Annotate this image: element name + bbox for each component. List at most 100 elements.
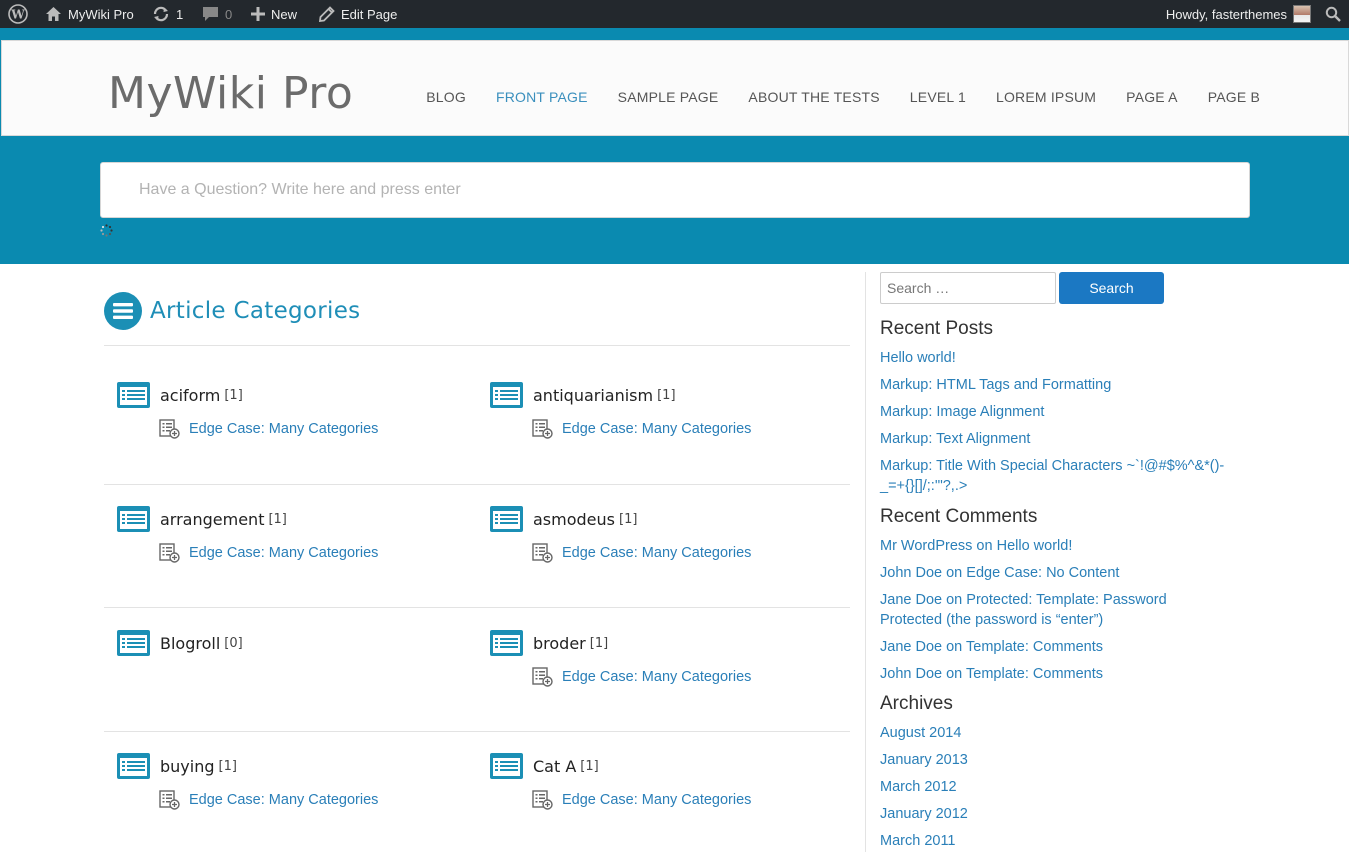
archive-link[interactable]: August 2014 [880,725,961,741]
divider [104,345,850,346]
comment-post-link[interactable]: Template: Comments [966,666,1103,682]
admin-search-toggle[interactable] [1325,0,1341,28]
sidebar-search-input[interactable] [880,272,1056,304]
archive-link[interactable]: January 2012 [880,806,968,822]
search-icon [1325,6,1341,22]
category-header[interactable]: arrangement [1] [117,505,487,533]
category-count: [1] [268,511,287,527]
admin-site-name: MyWiki Pro [68,6,134,22]
admin-site-link[interactable]: MyWiki Pro [45,0,134,28]
list-item: Mr WordPress on Hello world! [880,536,1180,556]
recent-post-link[interactable]: Markup: Image Alignment [880,404,1044,420]
archives-title: Archives [880,693,953,714]
list-item: Jane Doe on Protected: Template: Passwor… [880,590,1180,630]
comment-author-link[interactable]: Jane Doe [880,592,942,608]
list-item: Markup: Text Alignment [880,429,1225,449]
list-item: January 2013 [880,750,1225,770]
category-list-icon [490,630,523,656]
sidebar-search-button[interactable]: Search [1059,272,1164,304]
archive-link[interactable]: January 2013 [880,752,968,768]
comment-on-text: on [946,565,963,581]
nav-sample-page[interactable]: SAMPLE PAGE [618,89,719,105]
category-post-link[interactable]: Edge Case: Many Categories [189,421,378,437]
category-list-icon [490,382,523,408]
category-post-link[interactable]: Edge Case: Many Categories [189,545,378,561]
category-post: Edge Case: Many Categories [532,418,860,440]
archive-link[interactable]: March 2012 [880,779,957,795]
site-title[interactable]: MyWiki Pro [108,67,353,121]
comment-post-link[interactable]: Template: Comments [966,639,1103,655]
category-name: arrangement [160,509,265,529]
category-post: Edge Case: Many Categories [159,542,487,564]
admin-account-menu[interactable]: Howdy, fasterthemes [1166,0,1311,28]
category-list-icon [117,753,150,779]
pencil-icon [319,6,335,22]
list-item: Markup: HTML Tags and Formatting [880,375,1225,395]
question-search-input[interactable] [101,163,1249,217]
category-block: Blogroll [0] [117,629,487,657]
category-header[interactable]: buying [1] [117,752,487,780]
category-count: [1] [218,758,237,774]
category-post-link[interactable]: Edge Case: Many Categories [562,421,751,437]
comment-post-link[interactable]: Edge Case: No Content [966,565,1119,581]
category-block: antiquarianism [1] Edge Case: Many Categ… [490,381,860,440]
wordpress-logo-menu[interactable]: W [8,0,34,28]
category-list-icon [490,753,523,779]
page-title: Article Categories [150,298,361,324]
category-name: antiquarianism [533,385,654,405]
divider [104,484,850,485]
list-item: John Doe on Template: Comments [880,664,1180,684]
category-list-icon [117,506,150,532]
category-header[interactable]: Blogroll [0] [117,629,487,657]
nav-lorem-ipsum[interactable]: LOREM IPSUM [996,89,1096,105]
admin-comments-link[interactable]: 0 [202,0,232,28]
nav-page-a[interactable]: PAGE A [1126,89,1178,105]
admin-bar: W MyWiki Pro 1 0 New Edit Page Howdy, fa… [0,0,1349,28]
admin-edit-page-link[interactable]: Edit Page [319,0,397,28]
comment-post-link[interactable]: Hello world! [997,538,1073,554]
category-block: Cat A [1] Edge Case: Many Categories [490,752,860,811]
comment-on-text: on [946,592,963,608]
category-post-link[interactable]: Edge Case: Many Categories [562,669,751,685]
recent-post-link[interactable]: Markup: Title With Special Characters ~`… [880,458,1224,494]
category-header[interactable]: antiquarianism [1] [490,381,860,409]
recent-comments-title: Recent Comments [880,506,1038,527]
recent-post-link[interactable]: Markup: HTML Tags and Formatting [880,377,1111,393]
wordpress-icon: W [8,4,28,24]
post-list-icon [532,790,553,810]
admin-updates-link[interactable]: 1 [152,0,183,28]
post-list-icon [532,543,553,563]
category-block: aciform [1] Edge Case: Many Categories [117,381,487,440]
category-header[interactable]: aciform [1] [117,381,487,409]
archives-list: August 2014 January 2013 March 2012 Janu… [880,723,1225,852]
category-name: Cat A [533,756,577,776]
category-header[interactable]: asmodeus [1] [490,505,860,533]
comment-author-link[interactable]: John Doe [880,666,942,682]
category-header[interactable]: Cat A [1] [490,752,860,780]
comment-author-link[interactable]: Mr WordPress [880,538,972,554]
admin-new-link[interactable]: New [251,0,297,28]
category-header[interactable]: broder [1] [490,629,860,657]
archive-link[interactable]: March 2011 [880,833,956,849]
category-name: buying [160,756,215,776]
category-post-link[interactable]: Edge Case: Many Categories [562,545,751,561]
category-list-icon [117,630,150,656]
admin-greeting: Howdy, fasterthemes [1165,6,1287,22]
list-item: Markup: Image Alignment [880,402,1225,422]
category-post-link[interactable]: Edge Case: Many Categories [189,792,378,808]
comment-on-text: on [946,639,963,655]
comment-author-link[interactable]: Jane Doe [880,639,942,655]
nav-blog[interactable]: BLOG [426,89,466,105]
category-count: [1] [619,511,638,527]
comment-on-text: on [946,666,963,682]
nav-front-page[interactable]: FRONT PAGE [496,89,588,105]
nav-about-the-tests[interactable]: ABOUT THE TESTS [748,89,879,105]
recent-post-link[interactable]: Markup: Text Alignment [880,431,1030,447]
comment-author-link[interactable]: John Doe [880,565,942,581]
category-list-icon [117,382,150,408]
recent-post-link[interactable]: Hello world! [880,350,956,366]
nav-page-b[interactable]: PAGE B [1208,89,1260,105]
category-post-link[interactable]: Edge Case: Many Categories [562,792,751,808]
list-item: Markup: Title With Special Characters ~`… [880,456,1225,496]
nav-level-1[interactable]: LEVEL 1 [910,89,966,105]
